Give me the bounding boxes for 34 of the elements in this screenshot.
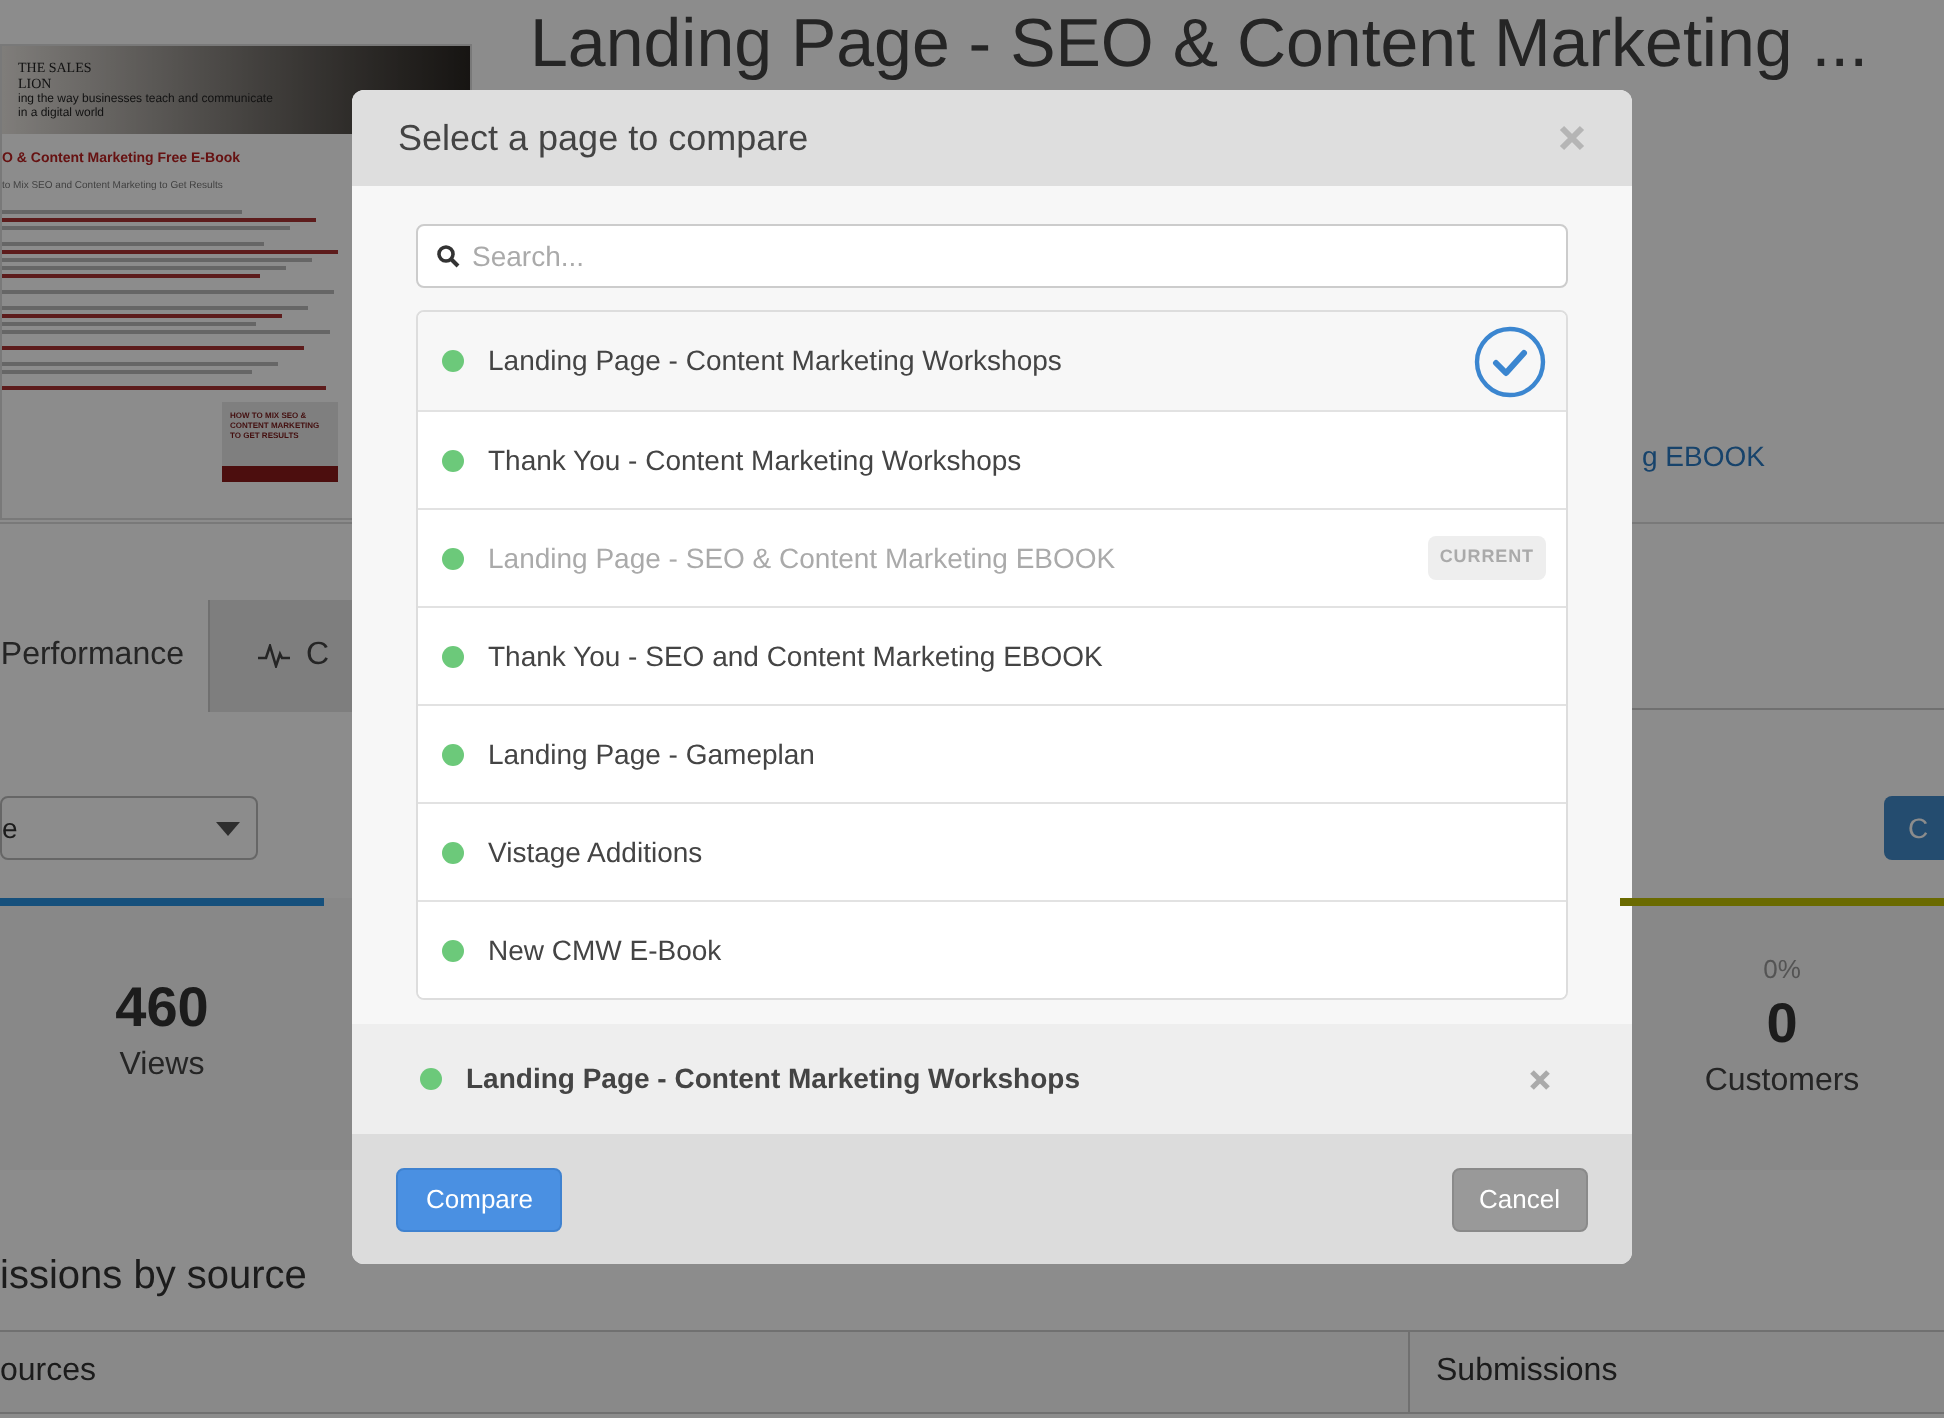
page-list-item[interactable]: Landing Page - Content Marketing Workshops [418, 312, 1566, 410]
action-button[interactable]: C [1884, 796, 1944, 860]
close-button[interactable] [1558, 124, 1586, 152]
page-name: Thank You - Content Marketing Workshops [488, 441, 1024, 480]
page-list-item[interactable]: New CMW E-Book [418, 900, 1566, 998]
column-header: ources [0, 1332, 1410, 1412]
compare-button[interactable]: Compare [396, 1167, 563, 1231]
page-name: Landing Page - SEO & Content Marketing EBOOK [488, 539, 1118, 578]
dropdown[interactable]: e [0, 796, 258, 860]
section-title: issions by source [0, 1252, 309, 1302]
selected-page-name: Landing Page - Content Marketing Workshops [466, 1060, 1082, 1098]
caret-icon [216, 821, 240, 835]
search-icon [436, 244, 460, 268]
page-name: New CMW E-Book [488, 931, 724, 969]
stat-label: Customers [1704, 1061, 1860, 1101]
stat-value: 0 [1766, 989, 1798, 1057]
dropdown-value: e [2, 809, 18, 847]
page-link[interactable]: g EBOOK [1642, 436, 1765, 478]
remove-button[interactable] [1528, 1067, 1552, 1091]
page-name: Thank You - SEO and Content Marketing EBOOK [488, 637, 1105, 676]
search-field[interactable]: Search... [416, 224, 1568, 288]
dialog-title: Select a page to compare [398, 115, 809, 162]
pulse-icon [258, 644, 290, 668]
page-name: Landing Page - Content Marketing Workshops [488, 342, 1064, 380]
stat-value: 460 [115, 974, 209, 1042]
column-header: Submissions [1434, 1352, 1618, 1392]
stat-label: Views [119, 1046, 205, 1086]
current-badge: CURRENT [1427, 536, 1546, 580]
page-name: Vistage Additions [488, 833, 705, 872]
tab[interactable]: Performance [0, 600, 210, 712]
page-name: Landing Page - Gameplan [488, 735, 817, 774]
page-title: Landing Page - SEO & Content Marketing ... [530, 4, 1869, 84]
cancel-button[interactable]: Cancel [1451, 1167, 1588, 1231]
checkmark-circle-icon [1474, 325, 1546, 397]
